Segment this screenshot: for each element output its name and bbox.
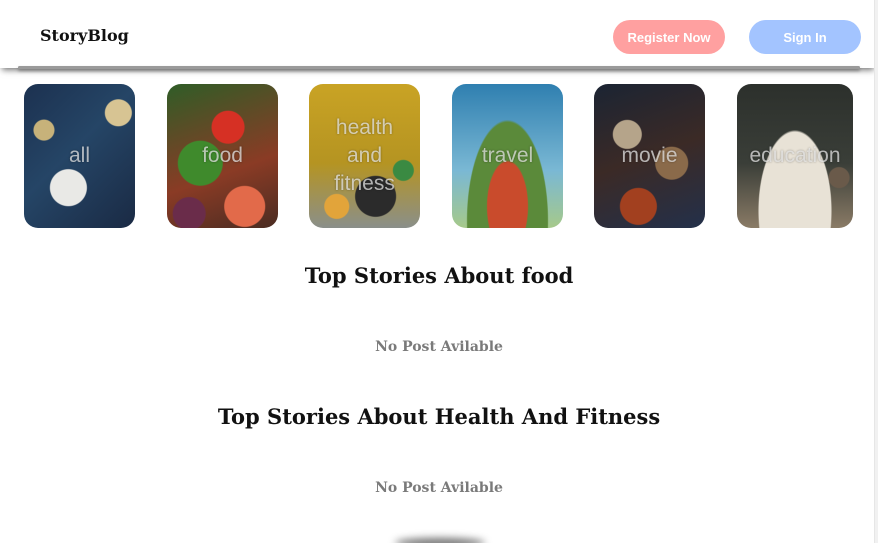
category-label: movie: [621, 144, 678, 167]
brand-logo[interactable]: StoryBlog: [40, 26, 129, 45]
navbar-divider: [18, 66, 860, 69]
category-carousel: all food health and fitness travel movie…: [24, 84, 864, 228]
card-shadow: [395, 538, 485, 543]
category-label: health and fitness: [334, 116, 395, 195]
category-label: education: [749, 144, 841, 167]
page: StoryBlog Register Now Sign In all food …: [0, 0, 878, 543]
sign-in-button[interactable]: Sign In: [749, 20, 861, 54]
section-title-health-and-fitness: Top Stories About Health And Fitness: [217, 404, 661, 429]
empty-state-message: No Post Avilable: [375, 339, 503, 355]
category-label: food: [202, 144, 243, 167]
category-card-movie[interactable]: movie: [594, 84, 705, 228]
top-navbar: StoryBlog Register Now Sign In: [0, 0, 876, 68]
category-card-food[interactable]: food: [167, 84, 278, 228]
category-card-education[interactable]: education: [737, 84, 853, 228]
category-card-all[interactable]: all: [24, 84, 135, 228]
section-title-food: Top Stories About food: [304, 263, 574, 288]
category-label: travel: [481, 144, 534, 167]
register-button[interactable]: Register Now: [613, 20, 725, 54]
scrollbar[interactable]: [874, 0, 878, 543]
category-card-health-and-fitness[interactable]: health and fitness: [309, 84, 420, 228]
category-card-travel[interactable]: travel: [452, 84, 563, 228]
empty-state-message: No Post Avilable: [375, 480, 503, 496]
category-label: all: [68, 144, 90, 167]
